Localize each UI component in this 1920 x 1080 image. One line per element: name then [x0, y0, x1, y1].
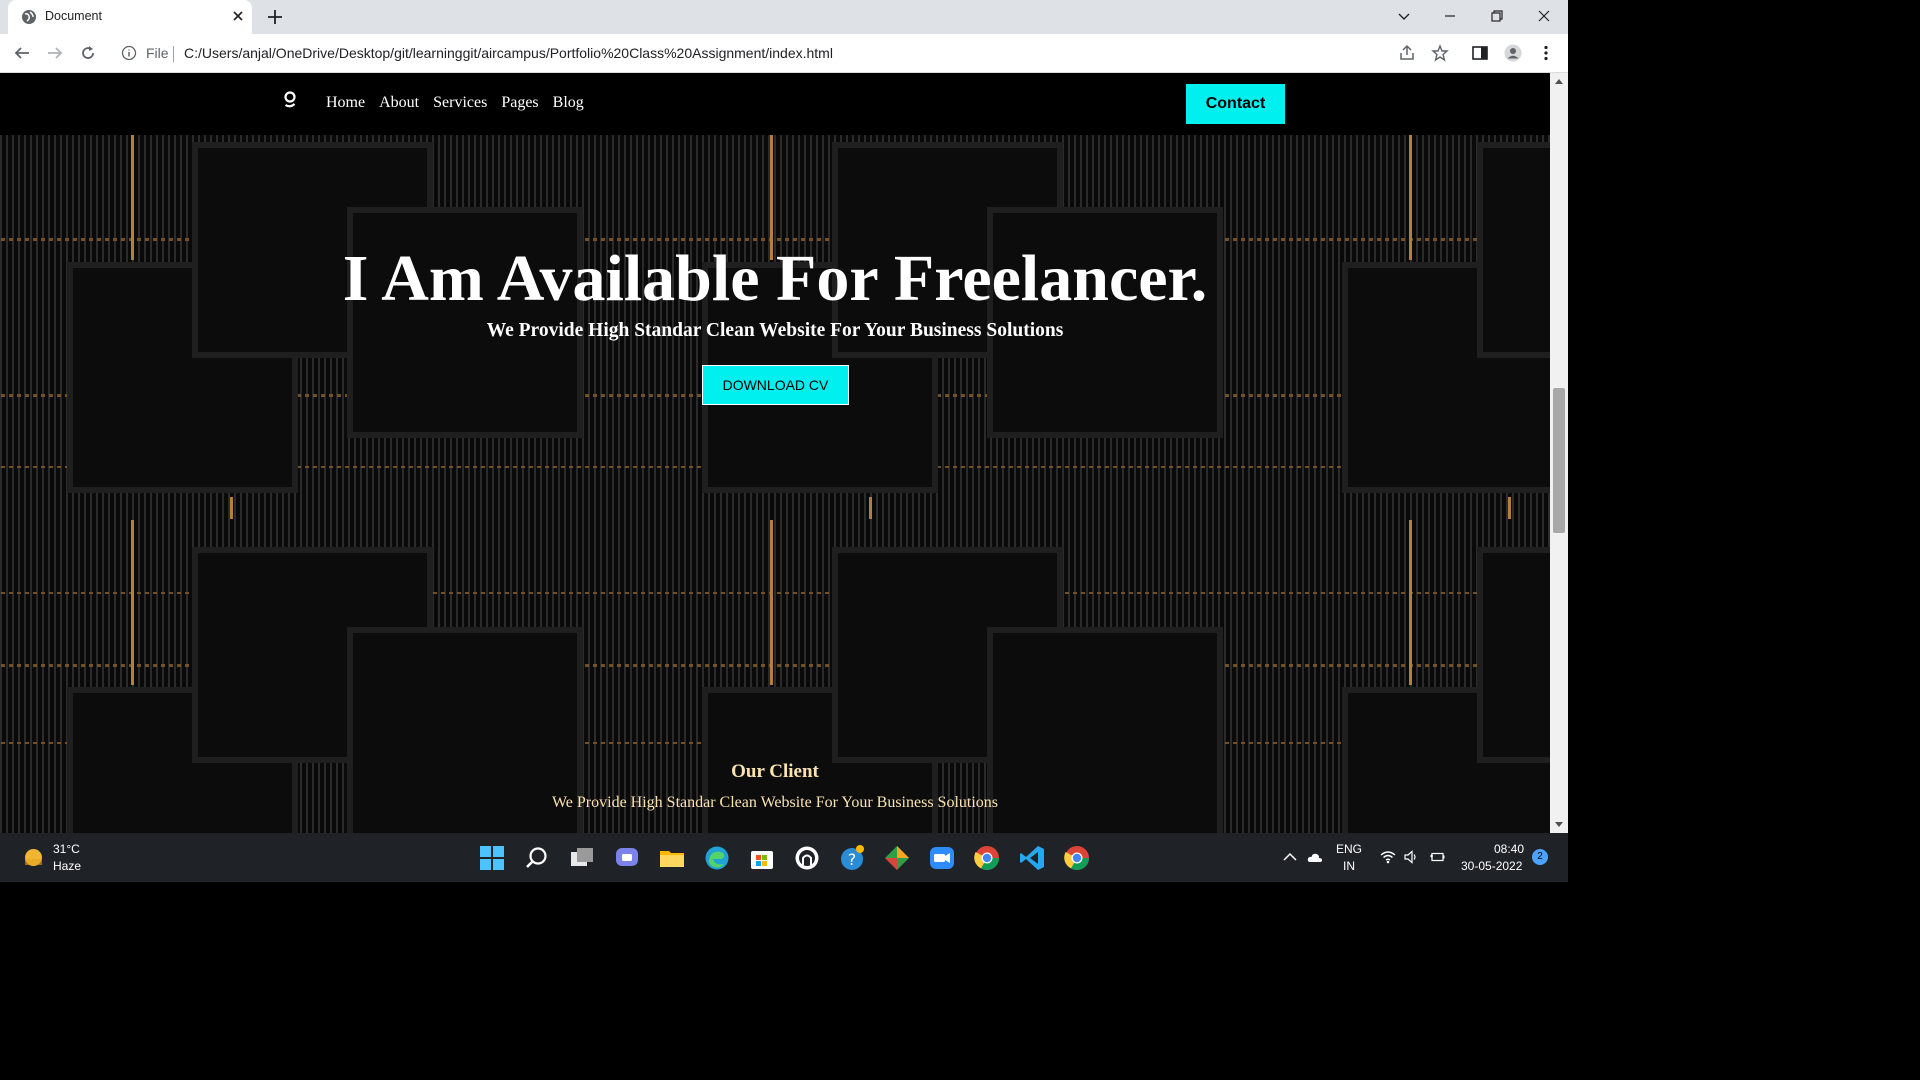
- globe-icon: [22, 10, 36, 24]
- hero-title: I Am Available For Freelancer.: [342, 242, 1208, 315]
- onedrive-cloud-icon[interactable]: [1307, 849, 1323, 865]
- vscode-icon[interactable]: [1019, 845, 1045, 871]
- site-nav: Home About Services Pages Blog: [326, 94, 584, 112]
- edge-icon[interactable]: [704, 845, 730, 871]
- bookmark-star-icon[interactable]: [1431, 44, 1449, 62]
- nav-link-blog[interactable]: Blog: [553, 94, 584, 112]
- wifi-icon[interactable]: [1380, 849, 1396, 865]
- new-tab-icon[interactable]: [266, 8, 284, 26]
- profile-avatar-icon[interactable]: [1504, 44, 1522, 62]
- teams-chat-icon[interactable]: [614, 845, 640, 871]
- address-bar[interactable]: File C:/Users/anjal/OneDrive/Desktop/git…: [110, 38, 1460, 68]
- clock-date[interactable]: 30-05-2022: [1461, 859, 1522, 873]
- weather-description[interactable]: Haze: [53, 859, 81, 873]
- clients-subtitle: We Provide High Standar Clean Website Fo…: [551, 794, 998, 811]
- site-navbar: Home About Services Pages Blog Contact: [0, 73, 1550, 135]
- browser-menu-icon[interactable]: [1537, 44, 1555, 62]
- microsoft-store-icon[interactable]: [749, 845, 775, 871]
- page-scrollbar[interactable]: [1550, 73, 1568, 833]
- browser-tab[interactable]: Document: [8, 0, 252, 34]
- side-panel-icon[interactable]: [1471, 44, 1489, 62]
- zoom-icon[interactable]: [929, 845, 955, 871]
- chrome-active-icon[interactable]: [1064, 845, 1090, 871]
- nav-link-services[interactable]: Services: [433, 94, 487, 112]
- clock-time[interactable]: 08:40: [1494, 842, 1524, 856]
- clients-heading: Our Client: [731, 761, 819, 782]
- url-scheme-label: File: [146, 45, 169, 61]
- nav-link-about[interactable]: About: [379, 94, 419, 112]
- help-icon[interactable]: ?: [839, 845, 865, 871]
- web-page: Home About Services Pages Blog Contact I…: [0, 73, 1550, 833]
- contact-button[interactable]: Contact: [1186, 84, 1285, 124]
- file-explorer-icon[interactable]: [659, 845, 685, 871]
- scroll-up-arrow-icon[interactable]: [1554, 77, 1564, 85]
- download-cv-button[interactable]: DOWNLOAD CV: [702, 365, 849, 405]
- browser-tab-bar: Document: [0, 0, 1568, 34]
- info-icon[interactable]: [121, 45, 137, 61]
- tab-title: Document: [45, 9, 102, 23]
- language-indicator[interactable]: ENG: [1336, 842, 1362, 856]
- back-icon[interactable]: [13, 44, 31, 62]
- nav-link-pages[interactable]: Pages: [501, 94, 538, 112]
- windows-start-icon[interactable]: [479, 845, 505, 871]
- reload-icon[interactable]: [79, 44, 97, 62]
- browser-toolbar: File C:/Users/anjal/OneDrive/Desktop/git…: [0, 34, 1568, 73]
- nav-link-home[interactable]: Home: [326, 94, 365, 112]
- site-logo[interactable]: [283, 89, 297, 119]
- tab-search-icon[interactable]: [1396, 8, 1412, 24]
- github-desktop-icon[interactable]: [794, 845, 820, 871]
- git-icon[interactable]: [884, 845, 910, 871]
- share-icon[interactable]: [1398, 44, 1416, 62]
- forward-icon[interactable]: [46, 44, 64, 62]
- minimize-icon[interactable]: [1442, 8, 1458, 24]
- notification-count-badge[interactable]: 2: [1532, 849, 1548, 865]
- battery-icon[interactable]: [1429, 849, 1445, 865]
- restore-icon[interactable]: [1489, 8, 1505, 24]
- show-hidden-icons-chevron-icon[interactable]: [1282, 849, 1298, 865]
- svg-text:?: ?: [848, 850, 857, 869]
- url-text[interactable]: C:/Users/anjal/OneDrive/Desktop/git/lear…: [184, 45, 833, 61]
- scroll-down-arrow-icon[interactable]: [1554, 821, 1564, 829]
- close-window-icon[interactable]: [1536, 8, 1552, 24]
- omnibox-divider: [173, 46, 174, 62]
- chrome-icon[interactable]: [974, 845, 1000, 871]
- volume-icon[interactable]: [1403, 849, 1419, 865]
- region-indicator[interactable]: IN: [1343, 859, 1355, 873]
- search-icon[interactable]: [524, 845, 550, 871]
- weather-haze-icon[interactable]: [24, 848, 43, 867]
- close-tab-icon[interactable]: [230, 8, 246, 24]
- weather-temperature[interactable]: 31°C: [53, 842, 80, 856]
- hero-subtitle: We Provide High Standar Clean Website Fo…: [486, 320, 1064, 341]
- scrollbar-thumb[interactable]: [1553, 388, 1565, 533]
- windows-taskbar: 31°C Haze ? ENG IN 08:40 30-05-2022 2: [0, 833, 1568, 882]
- task-view-icon[interactable]: [569, 845, 595, 871]
